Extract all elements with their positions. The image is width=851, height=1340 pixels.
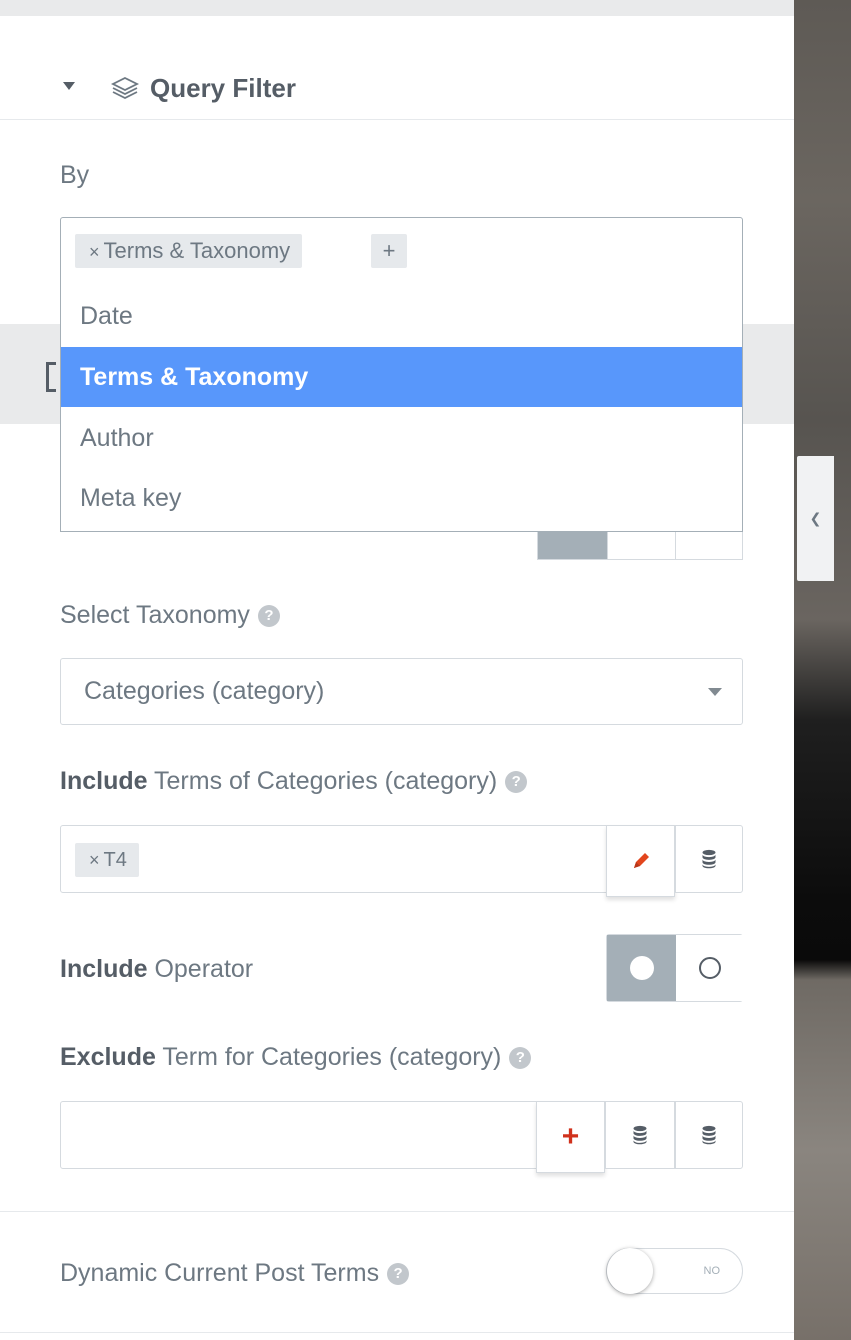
operator-option-all[interactable] xyxy=(676,935,743,1001)
include-terms-label-bold: Include xyxy=(60,767,148,795)
top-bar xyxy=(0,0,794,16)
taxonomy-select[interactable]: Categories (category) xyxy=(60,658,743,725)
include-operator-toggle[interactable] xyxy=(606,934,743,1002)
chip-t4: × T4 xyxy=(75,843,139,877)
pencil-icon xyxy=(633,853,649,868)
help-icon[interactable]: ? xyxy=(257,605,280,628)
taxonomy-select-value: Categories (category) xyxy=(84,677,325,705)
include-terms-input[interactable]: × T4 xyxy=(60,825,607,893)
by-multiselect[interactable]: × Terms & Taxonomy + xyxy=(60,217,743,285)
add-chip-button[interactable]: + xyxy=(371,234,407,268)
section-header[interactable]: Query Filter xyxy=(0,18,794,120)
by-label: By xyxy=(60,161,90,189)
chip-remove-icon[interactable]: × xyxy=(89,850,100,870)
add-exclude-term-button[interactable]: + xyxy=(536,1101,605,1173)
by-dropdown-menu: Date Terms & Taxonomy Author Meta key xyxy=(60,284,743,532)
include-terms-label: Include Terms of Categories (category)? xyxy=(60,766,528,796)
exclude-terms-row: + xyxy=(60,1101,743,1173)
caret-down-icon xyxy=(63,82,75,90)
preview-background xyxy=(794,0,851,1340)
include-terms-row: × T4 xyxy=(60,825,743,897)
divider-bottom xyxy=(0,1332,794,1333)
include-operator-label: Include Operator xyxy=(60,954,253,984)
switch-state-text: NO xyxy=(703,1265,721,1277)
dropdown-option-terms-taxonomy[interactable]: Terms & Taxonomy xyxy=(61,347,742,407)
dynamic-terms-switch[interactable]: NO xyxy=(606,1248,743,1294)
include-terms-label-rest: Terms of Categories (category) xyxy=(147,767,498,795)
empty-circle-icon xyxy=(698,957,721,979)
help-icon[interactable]: ? xyxy=(387,1263,410,1286)
chip-remove-icon[interactable]: × xyxy=(89,242,100,262)
include-operator-label-bold: Include xyxy=(60,955,148,983)
dynamic-terms-label-text: Dynamic Current Post Terms xyxy=(60,1259,380,1287)
select-taxonomy-label-text: Select Taxonomy xyxy=(60,601,250,629)
help-icon[interactable]: ? xyxy=(505,771,528,794)
include-operator-label-rest: Operator xyxy=(147,955,254,983)
chevron-down-icon xyxy=(708,688,722,696)
dynamic-tags-button[interactable] xyxy=(605,1101,675,1169)
divider xyxy=(0,1211,794,1212)
help-icon[interactable]: ? xyxy=(509,1047,532,1070)
exclude-terms-label: Exclude Term for Categories (category)? xyxy=(60,1042,532,1072)
database-icon xyxy=(633,1125,647,1145)
dynamic-tags-button-2[interactable] xyxy=(675,1101,743,1169)
hidden-section-icon xyxy=(46,362,56,392)
exclude-terms-input[interactable] xyxy=(60,1101,537,1169)
collapse-panel-button[interactable]: ❮ xyxy=(797,456,834,581)
switch-knob xyxy=(607,1248,653,1294)
section-title: Query Filter xyxy=(150,73,296,103)
plus-icon: + xyxy=(561,1120,580,1153)
layers-icon xyxy=(110,76,140,100)
chip-label: T4 xyxy=(103,849,127,871)
chip-terms-taxonomy: × Terms & Taxonomy xyxy=(75,234,303,268)
dynamic-terms-label: Dynamic Current Post Terms? xyxy=(60,1258,410,1288)
chip-label: Terms & Taxonomy xyxy=(103,238,291,263)
edit-terms-button[interactable] xyxy=(606,825,675,897)
filled-circle-icon xyxy=(629,956,654,980)
dropdown-option-author[interactable]: Author xyxy=(61,408,742,468)
dynamic-tags-button[interactable] xyxy=(675,825,743,893)
database-icon xyxy=(702,849,716,869)
exclude-terms-label-rest: Term for Categories (category) xyxy=(155,1043,502,1071)
select-taxonomy-label: Select Taxonomy? xyxy=(60,600,280,630)
operator-option-any[interactable] xyxy=(607,935,676,1001)
dropdown-option-date[interactable]: Date xyxy=(61,286,742,346)
dropdown-option-meta-key[interactable]: Meta key xyxy=(61,468,742,528)
exclude-terms-label-bold: Exclude xyxy=(60,1043,156,1071)
chevron-left-icon: ❮ xyxy=(809,510,822,526)
database-icon xyxy=(702,1125,716,1145)
